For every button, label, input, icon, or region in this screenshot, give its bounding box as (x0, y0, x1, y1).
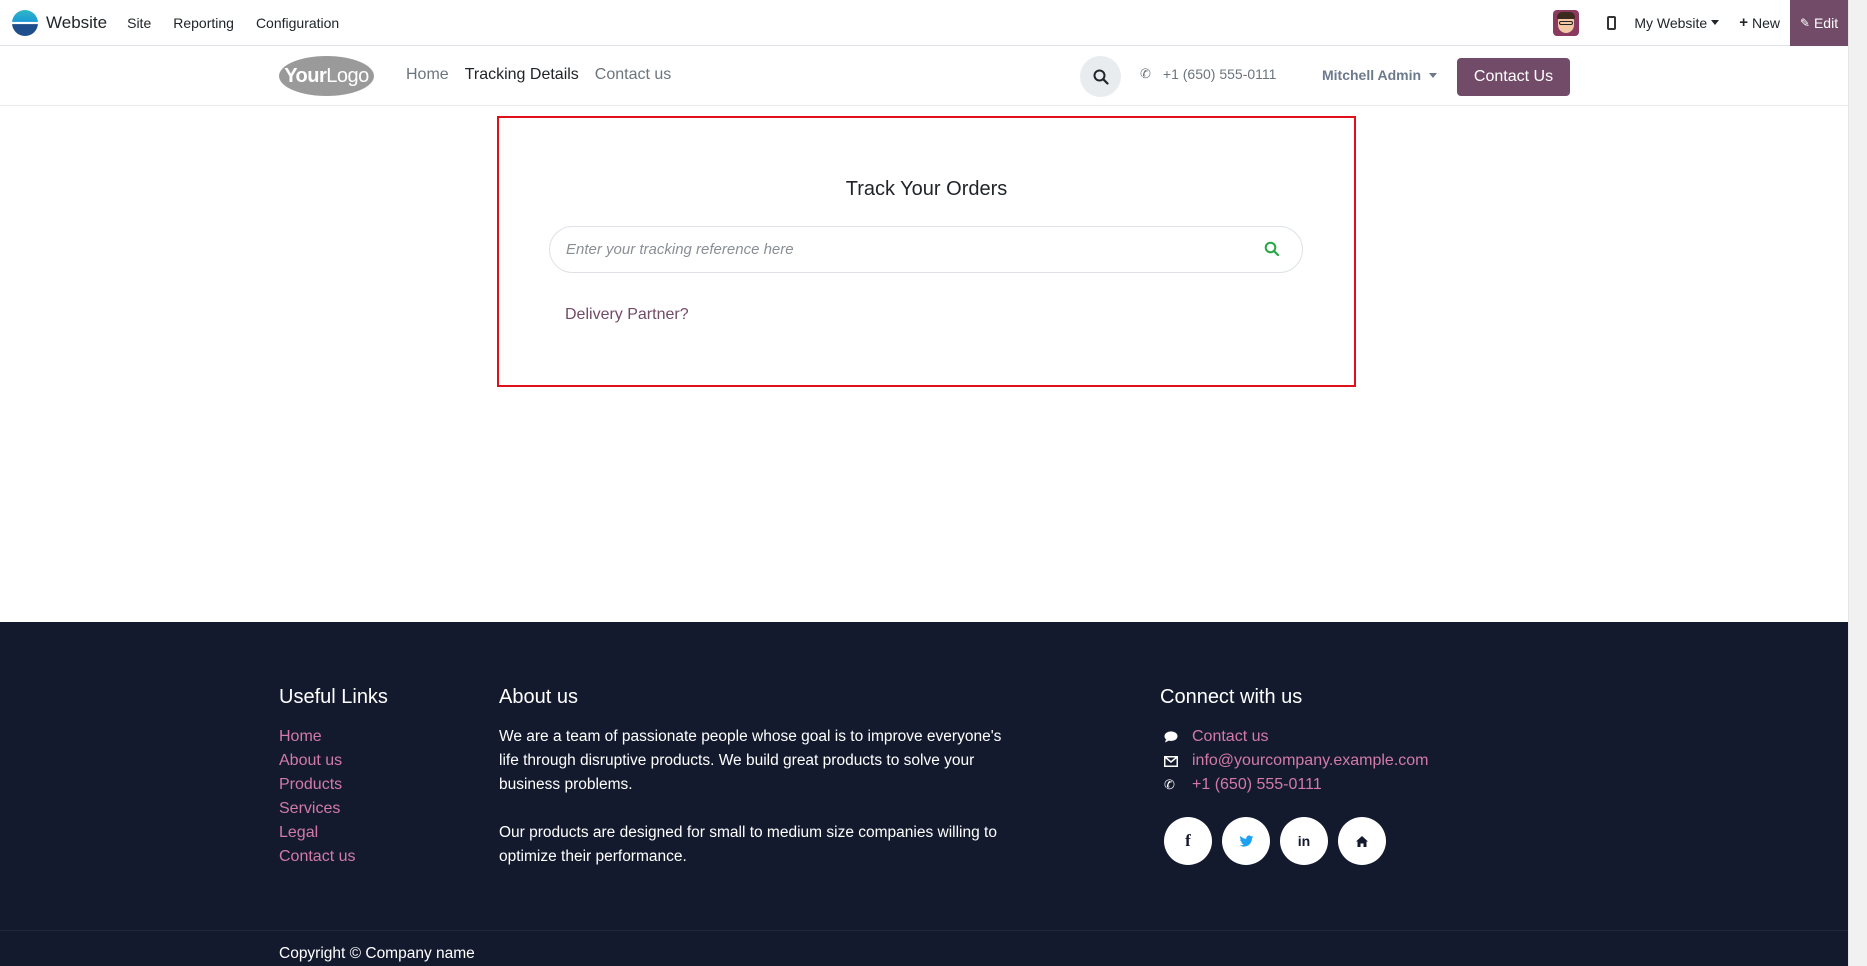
twitter-icon[interactable] (1222, 817, 1270, 865)
tracking-reference-input[interactable] (566, 241, 1206, 258)
track-orders-section: Track Your Orders Delivery Partner? (497, 116, 1356, 387)
connect-contact-link: Contact us (1192, 728, 1269, 745)
copyright-text: Copyright © Company name (279, 945, 475, 962)
useful-links-title: Useful Links (279, 686, 388, 708)
plus-icon: + (1739, 14, 1748, 31)
site-header: Your Logo Home Tracking Details Contact u… (0, 46, 1848, 106)
new-button[interactable]: + New (1739, 14, 1780, 31)
nav-contact-us[interactable]: Contact us (595, 66, 671, 84)
edit-button[interactable]: ✎ Edit (1790, 0, 1848, 46)
nav-tracking-details[interactable]: Tracking Details (465, 66, 579, 84)
edit-button-label: Edit (1813, 14, 1839, 31)
phone-icon: ✆ (1140, 66, 1151, 81)
site-search-button[interactable] (1080, 56, 1121, 97)
connect-phone-link: +1 (650) 555-0111 (1192, 776, 1322, 793)
user-menu[interactable]: Mitchell Admin (1322, 67, 1438, 83)
caret-down-icon (1711, 20, 1720, 25)
nav-home[interactable]: Home (406, 66, 449, 84)
tracking-search-box (549, 226, 1303, 273)
menu-configuration[interactable]: Configuration (256, 15, 339, 31)
comment-icon (1164, 731, 1184, 743)
footer-link-home[interactable]: Home (279, 725, 388, 749)
mobile-preview-icon[interactable] (1607, 15, 1617, 30)
caret-down-icon (1429, 72, 1438, 78)
new-button-label: New (1751, 14, 1780, 31)
footer-link-services[interactable]: Services (279, 797, 388, 821)
footer-link-contact[interactable]: Contact us (279, 845, 388, 869)
connect-column: Connect with us Contact us info@yourcomp… (1160, 686, 1429, 865)
site-nav: Home Tracking Details Contact us (406, 66, 687, 84)
logo-text-bold: Your (284, 64, 327, 87)
site-footer: Useful Links Home About us Products Serv… (0, 622, 1848, 966)
page-scrollbar[interactable] (1848, 0, 1867, 966)
search-icon (1264, 241, 1280, 257)
useful-links-column: Useful Links Home About us Products Serv… (279, 686, 388, 869)
admin-menu: Site Reporting Configuration (127, 15, 361, 31)
user-avatar[interactable] (1553, 9, 1580, 36)
connect-contact-row[interactable]: Contact us (1160, 725, 1429, 749)
about-us-paragraph-2: Our products are designed for small to m… (499, 824, 997, 865)
header-phone-number: +1 (650) 555-0111 (1162, 66, 1277, 82)
linkedin-icon[interactable]: in (1280, 817, 1328, 865)
app-name: Website (46, 12, 108, 32)
footer-link-about[interactable]: About us (279, 749, 388, 773)
menu-reporting[interactable]: Reporting (173, 15, 234, 31)
social-links: f in (1164, 817, 1429, 865)
track-orders-title: Track Your Orders (845, 178, 1008, 200)
connect-email-row[interactable]: info@yourcompany.example.com (1160, 749, 1429, 773)
about-us-column: About us We are a team of passionate peo… (499, 686, 1024, 869)
admin-navbar: Website Site Reporting Configuration My … (0, 0, 1848, 46)
website-app-icon (12, 9, 38, 36)
connect-title: Connect with us (1160, 686, 1303, 708)
user-menu-name: Mitchell Admin (1322, 67, 1422, 83)
connect-email-link: info@yourcompany.example.com (1192, 752, 1429, 769)
envelope-icon (1164, 755, 1184, 767)
tracking-search-button[interactable] (1264, 241, 1280, 262)
about-us-title: About us (499, 686, 578, 708)
website-selector[interactable]: My Website (1634, 14, 1720, 31)
delivery-partner-link[interactable]: Delivery Partner? (565, 306, 689, 324)
header-phone[interactable]: ✆ +1 (650) 555-0111 (1140, 66, 1276, 82)
contact-us-button[interactable]: Contact Us (1457, 58, 1570, 96)
menu-site[interactable]: Site (127, 15, 151, 31)
admin-right-controls: My Website + New ✎ Edit (1553, 0, 1848, 46)
logo-text: Logo (326, 64, 369, 87)
search-icon (1093, 69, 1109, 85)
facebook-icon[interactable]: f (1164, 817, 1212, 865)
phone-icon: ✆ (1164, 777, 1175, 792)
website-selector-label: My Website (1634, 14, 1708, 31)
about-us-paragraph-1: We are a team of passionate people whose… (499, 728, 1002, 793)
app-brand[interactable]: Website (12, 9, 108, 36)
home-icon[interactable] (1338, 817, 1386, 865)
pencil-icon: ✎ (1799, 15, 1810, 30)
footer-link-products[interactable]: Products (279, 773, 388, 797)
footer-divider (0, 930, 1848, 931)
connect-phone-row[interactable]: ✆ +1 (650) 555-0111 (1160, 773, 1429, 797)
site-logo[interactable]: Your Logo (279, 56, 374, 96)
footer-link-legal[interactable]: Legal (279, 821, 388, 845)
